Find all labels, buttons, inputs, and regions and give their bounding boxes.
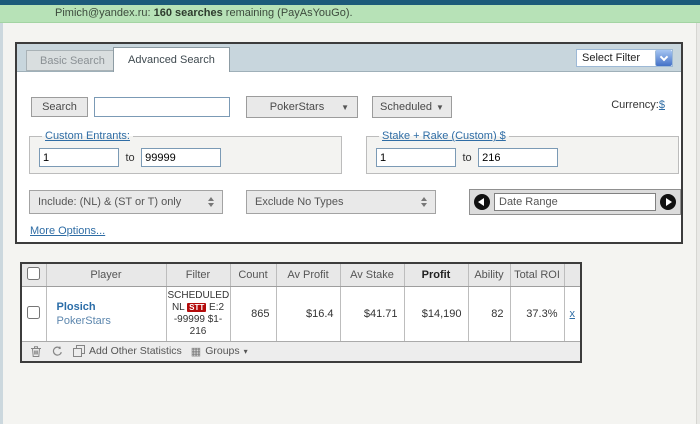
filter-cell: SCHEDULED NL STT E:2 -99999 $1-216 <box>166 286 231 342</box>
entrants-from-input[interactable] <box>39 148 119 167</box>
table-toolbar: Add Other Statistics ▦ Groups ▾ <box>22 341 580 361</box>
window-left-edge <box>0 23 3 424</box>
dropdown-arrow-icon: ▾ <box>243 346 248 356</box>
profit-cell: $14,190 <box>404 286 469 342</box>
results-table: Player Filter Count Av Profit Av Stake P… <box>22 264 580 342</box>
search-panel: Basic Search Advanced Search Select Filt… <box>15 42 683 244</box>
select-filter-dropdown[interactable]: Select Filter <box>576 49 673 67</box>
schedule-select-value: Scheduled <box>380 101 433 113</box>
tab-strip: Basic Search Advanced Search Select Filt… <box>17 44 681 72</box>
include-types-value: Include: (NL) & (ST or T) only <box>38 196 182 208</box>
select-all-checkbox-cell <box>22 264 47 287</box>
col-total-roi[interactable]: Total ROI <box>510 264 565 287</box>
stake-to-word: to <box>462 151 472 164</box>
count-cell: 865 <box>230 286 277 342</box>
row-checkbox[interactable] <box>27 305 41 319</box>
network-select-value: PokerStars <box>269 101 325 113</box>
dropdown-arrow-icon: ▼ <box>341 102 349 112</box>
stake-rake-fieldset: Stake + Rake (Custom) $ to <box>366 130 679 174</box>
stt-badge: STT <box>187 302 207 312</box>
trash-icon[interactable] <box>30 345 42 358</box>
schedule-select[interactable]: Scheduled ▼ <box>372 96 452 118</box>
right-arrow-icon <box>666 198 672 206</box>
select-all-checkbox[interactable] <box>27 266 41 280</box>
player-cell: Plosich PokerStars <box>46 286 167 342</box>
groups-button[interactable]: ▦ Groups ▾ <box>191 345 248 358</box>
currency-label: Currency: <box>611 99 659 111</box>
window-right-edge <box>696 23 700 424</box>
currency-setting: Currency:$ <box>611 99 665 111</box>
entrants-to-word: to <box>125 151 135 164</box>
av-profit-cell: $16.4 <box>276 286 341 342</box>
searches-remaining-text: remaining (PayAsYouGo). <box>225 7 353 19</box>
col-player[interactable]: Player <box>46 264 167 287</box>
col-av-stake[interactable]: Av Stake <box>340 264 405 287</box>
account-email: Pimich@yandex.ru: <box>55 7 151 19</box>
col-count[interactable]: Count <box>230 264 277 287</box>
searches-remaining-count: 160 searches <box>153 7 223 19</box>
date-range-prev-button[interactable] <box>474 194 490 210</box>
search-button[interactable]: Search <box>31 97 88 117</box>
entrants-to-input[interactable] <box>141 148 222 167</box>
currency-link[interactable]: $ <box>659 99 665 111</box>
more-options-link[interactable]: More Options... <box>30 225 105 237</box>
row-checkbox-cell <box>22 286 47 342</box>
stake-from-input[interactable] <box>376 148 456 167</box>
col-av-profit[interactable]: Av Profit <box>276 264 341 287</box>
remove-cell: x <box>564 286 580 342</box>
tab-advanced-search[interactable]: Advanced Search <box>113 47 230 72</box>
groups-label: Groups <box>205 345 240 357</box>
av-stake-cell: $41.71 <box>340 286 405 342</box>
col-remove <box>564 264 580 287</box>
copy-icon <box>73 345 85 357</box>
left-arrow-icon <box>478 198 484 206</box>
grid-icon: ▦ <box>190 345 202 358</box>
results-table-box: Player Filter Count Av Profit Av Stake P… <box>20 262 582 363</box>
refresh-icon[interactable] <box>51 345 64 358</box>
include-types-select[interactable]: Include: (NL) & (ST or T) only <box>29 190 223 214</box>
select-filter-value: Select Filter <box>582 52 641 64</box>
network-select[interactable]: PokerStars ▼ <box>246 96 358 118</box>
results-header-row: Player Filter Count Av Profit Av Stake P… <box>22 264 580 287</box>
table-row: Plosich PokerStars SCHEDULED NL STT E:2 … <box>22 286 580 342</box>
stake-rake-legend[interactable]: Stake + Rake (Custom) $ <box>379 130 509 142</box>
player-network-link[interactable]: PokerStars <box>57 314 166 328</box>
search-input[interactable] <box>94 97 230 117</box>
player-name-link[interactable]: Plosich <box>57 300 166 314</box>
updown-arrows-icon <box>208 197 214 207</box>
chevron-down-icon <box>659 52 669 62</box>
col-profit[interactable]: Profit <box>404 264 469 287</box>
col-ability[interactable]: Ability <box>468 264 511 287</box>
stake-to-input[interactable] <box>478 148 559 167</box>
custom-entrants-legend[interactable]: Custom Entrants: <box>42 130 133 142</box>
exclude-types-select[interactable]: Exclude No Types <box>246 190 436 214</box>
ability-cell: 82 <box>468 286 511 342</box>
remove-row-link[interactable]: x <box>570 308 576 320</box>
date-range-widget <box>469 189 681 215</box>
add-other-statistics-button[interactable]: Add Other Statistics <box>73 345 182 357</box>
exclude-types-value: Exclude No Types <box>255 196 344 208</box>
select-filter-arrow-button[interactable] <box>655 50 672 66</box>
total-roi-cell: 37.3% <box>510 286 565 342</box>
account-status-bar: Pimich@yandex.ru: 160 searches remaining… <box>0 5 700 23</box>
tab-basic-search[interactable]: Basic Search <box>26 50 119 71</box>
col-filter[interactable]: Filter <box>166 264 231 287</box>
date-range-input[interactable] <box>494 193 656 211</box>
add-other-statistics-label: Add Other Statistics <box>89 345 182 357</box>
dropdown-arrow-icon: ▼ <box>436 102 444 112</box>
date-range-next-button[interactable] <box>660 194 676 210</box>
updown-arrows-icon <box>421 197 427 207</box>
custom-entrants-fieldset: Custom Entrants: to <box>29 130 342 174</box>
